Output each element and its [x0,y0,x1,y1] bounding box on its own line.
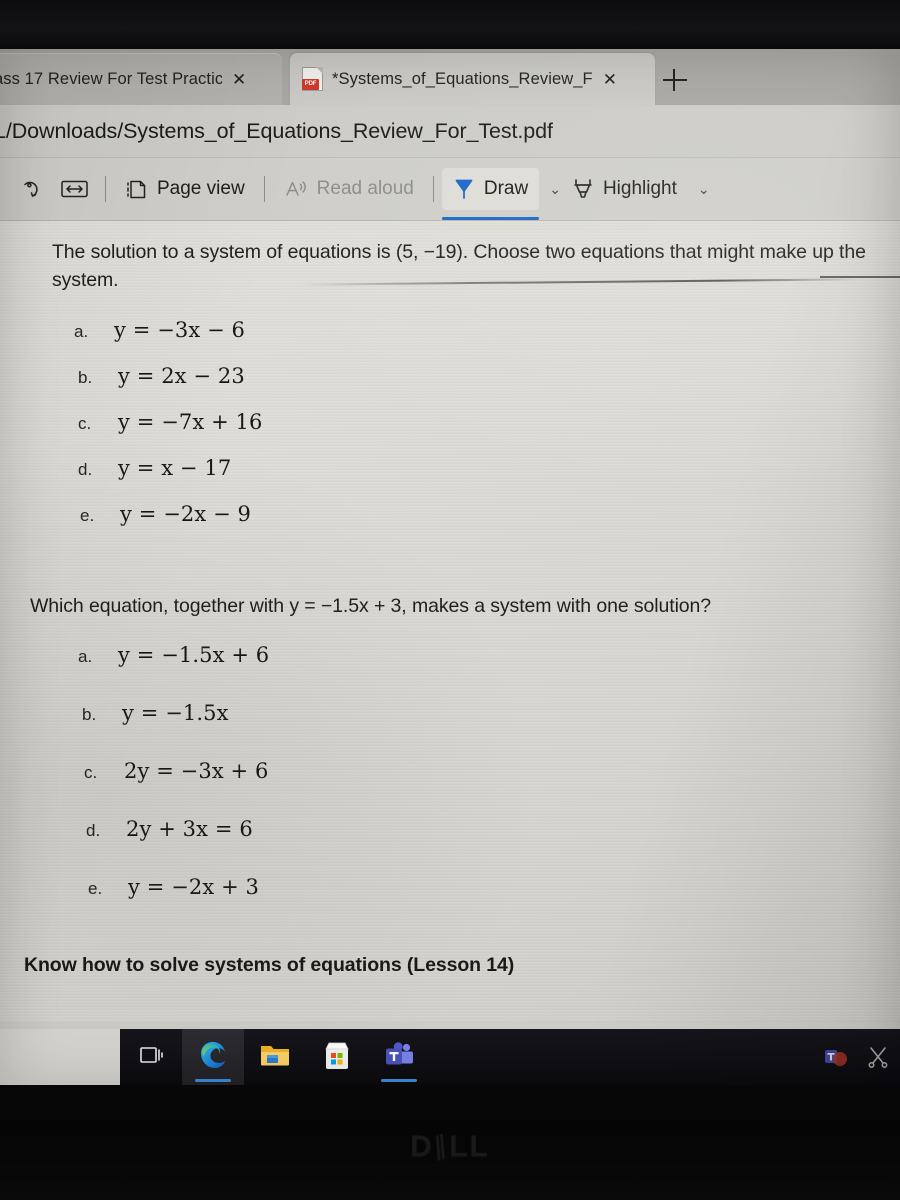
browser-tab-inactive[interactable]: ass 17 Review For Test Practice ✕ [0,53,282,105]
edge-icon [197,1039,229,1076]
draw-button[interactable]: Draw [441,168,540,220]
option-letter: d. [78,460,93,480]
page-view-button[interactable]: Page view [114,168,256,210]
new-tab-button[interactable] [660,65,690,95]
microsoft-teams-icon [384,1041,414,1074]
brand-logo: D⫽LL [410,1129,490,1166]
toolbar-divider [263,176,265,202]
teams-tray-icon[interactable] [824,1045,848,1069]
option-letter: b. [82,704,97,724]
taskbar-dark-region [120,1029,900,1085]
option-row[interactable]: d. y = x − 17 [78,456,882,480]
option-equation: y = x − 17 [118,456,232,481]
read-aloud-label: Read aloud [316,178,414,199]
highlighter-icon [572,177,594,201]
option-row[interactable]: e. y = −2x − 9 [80,502,882,526]
taskbar-item-task-view[interactable] [120,1029,182,1085]
option-letter: d. [86,820,101,840]
option-letter: a. [74,322,89,342]
taskbar-item-microsoft-edge[interactable] [182,1029,244,1085]
pdf-toolbar: Page view Read aloud Draw ⌄ Highlight ⌄ [0,158,900,221]
question-block-1: The solution to a system of equations is… [52,239,882,526]
taskbar-item-microsoft-teams[interactable] [368,1029,430,1085]
option-row[interactable]: a. y = −3x − 6 [74,318,882,342]
fit-width-icon [61,178,88,200]
rotate-button[interactable] [10,168,52,210]
page-view-icon [125,178,148,201]
highlight-label: Highlight [602,178,677,199]
option-equation: y = −7x + 16 [118,410,263,435]
option-letter: e. [80,506,95,526]
question-prompt: Which equation, together with y = −1.5x … [30,595,712,617]
question-block-2: Which equation, together with y = −1.5x … [30,593,880,899]
pdf-scroll-area[interactable]: The solution to a system of equations is… [0,221,900,1022]
option-row[interactable]: e. y = −2x + 3 [88,875,880,899]
tab-title: *Systems_of_Equations_Review_F [332,69,593,88]
windows-taskbar [0,1029,900,1085]
close-icon[interactable]: ✕ [603,71,617,88]
option-equation: 2y = −3x + 6 [124,758,269,783]
section-heading: Know how to solve systems of equations (… [24,954,515,976]
chevron-down-icon[interactable]: ⌄ [698,181,710,198]
option-row[interactable]: c. 2y = −3x + 6 [84,759,880,783]
pen-icon [453,177,475,201]
highlight-button[interactable]: Highlight [561,168,688,210]
toolbar-divider [105,176,106,202]
laptop-photo: ass 17 Review For Test Practice ✕ PDF *S… [0,0,900,1200]
read-aloud-icon [284,178,308,200]
option-equation: y = −3x − 6 [114,318,246,343]
close-icon[interactable]: ✕ [232,71,246,88]
url-text[interactable]: L/Downloads/Systems_of_Equations_Review_… [0,119,553,144]
option-letter: b. [78,368,93,388]
option-letter: a. [78,646,93,666]
option-list-2: a. y = −1.5x + 6 b. y = −1.5x c. 2y = −3… [30,643,880,899]
option-equation: y = −2x + 3 [128,874,260,899]
file-explorer-icon [259,1041,291,1074]
draw-label: Draw [483,178,529,199]
task-view-icon [138,1043,164,1072]
browser-tab-active[interactable]: PDF *Systems_of_Equations_Review_F ✕ [290,53,655,105]
question-prompt: The solution to a system of equations is… [52,241,866,291]
taskbar-item-file-explorer[interactable] [244,1029,306,1085]
option-equation: y = −1.5x + 6 [118,642,270,667]
option-letter: c. [78,414,92,434]
system-tray [824,1029,890,1085]
option-row[interactable]: a. y = −1.5x + 6 [78,643,880,667]
option-row[interactable]: b. y = −1.5x [82,701,880,725]
option-list-1: a. y = −3x − 6 b. y = 2x − 23 c. y = −7x… [52,318,882,526]
active-tool-underline [441,216,540,220]
toolbar-divider [432,176,434,202]
option-row[interactable]: c. y = −7x + 16 [78,410,882,434]
option-equation: y = 2x − 23 [118,364,245,389]
fit-to-width-button[interactable] [52,168,97,210]
option-equation: 2y + 3x = 6 [126,816,253,841]
read-aloud-button[interactable]: Read aloud [273,168,425,210]
rotate-icon [19,177,43,201]
option-row[interactable]: d. 2y + 3x = 6 [86,817,880,841]
address-bar[interactable]: L/Downloads/Systems_of_Equations_Review_… [0,105,900,158]
option-letter: e. [88,878,103,898]
running-indicator [381,1079,417,1082]
option-row[interactable]: b. y = 2x − 23 [78,364,882,388]
tab-title: ass 17 Review For Test Practice [0,69,222,88]
taskbar-item-microsoft-store[interactable] [306,1029,368,1085]
microsoft-store-icon [323,1040,351,1075]
browser-tab-strip: ass 17 Review For Test Practice ✕ PDF *S… [0,49,900,105]
option-letter: c. [84,762,98,782]
pdf-file-icon: PDF [302,67,323,91]
page-view-label: Page view [157,178,245,199]
snip-tray-icon[interactable] [866,1045,890,1069]
option-equation: y = −2x − 9 [120,502,252,527]
laptop-screen: ass 17 Review For Test Practice ✕ PDF *S… [0,49,900,1085]
laptop-top-bezel [0,0,900,49]
pdf-page: The solution to a system of equations is… [0,221,900,1022]
option-equation: y = −1.5x [122,700,229,725]
running-indicator [195,1079,231,1082]
chevron-down-icon[interactable]: ⌄ [549,181,561,198]
